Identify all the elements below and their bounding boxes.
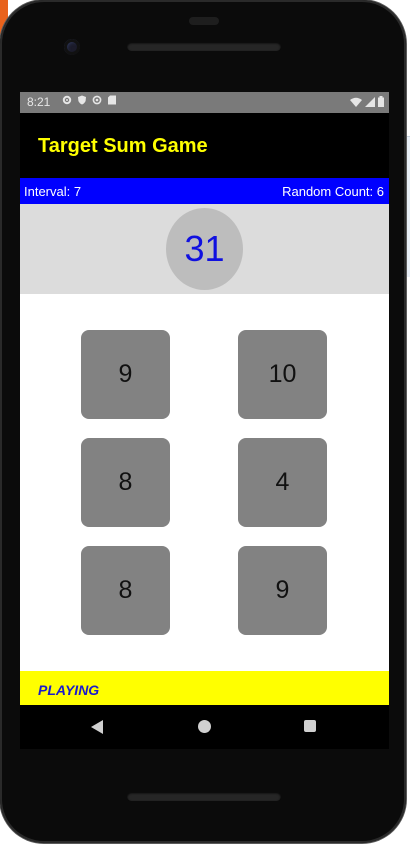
settings-icon: [62, 95, 72, 105]
wifi-icon: [350, 96, 362, 110]
cell-signal-icon: [365, 96, 375, 110]
target-area: 31: [20, 204, 389, 294]
back-icon[interactable]: [91, 720, 103, 734]
number-button-4[interactable]: 4: [238, 438, 327, 527]
earpiece: [189, 17, 219, 25]
game-status-bar: PLAYING: [20, 671, 389, 705]
battery-icon: [378, 96, 384, 110]
sd-card-icon: [107, 95, 117, 105]
status-time: 8:21: [27, 95, 51, 109]
app-bar: Target Sum Game: [20, 113, 389, 178]
shield-icon: [77, 95, 87, 105]
recents-icon[interactable]: [304, 720, 316, 732]
home-icon[interactable]: [198, 720, 211, 733]
status-icons-right: [350, 96, 384, 110]
number-button-6[interactable]: 9: [238, 546, 327, 635]
sync-icon: [92, 95, 102, 105]
system-nav-bar: [20, 705, 389, 749]
stage: 8:21 Target Sum Game Interval: 7 Random …: [0, 0, 410, 847]
number-button-2[interactable]: 10: [238, 330, 327, 419]
interval-label: Interval: 7: [24, 184, 82, 199]
camera-icon: [64, 39, 80, 55]
status-bar: 8:21: [20, 92, 389, 113]
number-button-3[interactable]: 8: [81, 438, 170, 527]
phone-frame: 8:21 Target Sum Game Interval: 7 Random …: [0, 0, 406, 843]
device-screen: 8:21 Target Sum Game Interval: 7 Random …: [20, 92, 389, 705]
status-icons-left: [62, 95, 117, 105]
app-title: Target Sum Game: [38, 135, 208, 157]
number-button-1[interactable]: 9: [81, 330, 170, 419]
speaker-grille-top: [127, 42, 281, 51]
target-sum: 31: [166, 208, 243, 290]
game-status-text: PLAYING: [38, 682, 100, 698]
info-bar: Interval: 7 Random Count: 6: [20, 178, 389, 204]
number-button-5[interactable]: 8: [81, 546, 170, 635]
speaker-grille-bottom: [127, 792, 281, 801]
random-count-label: Random Count: 6: [282, 184, 384, 199]
